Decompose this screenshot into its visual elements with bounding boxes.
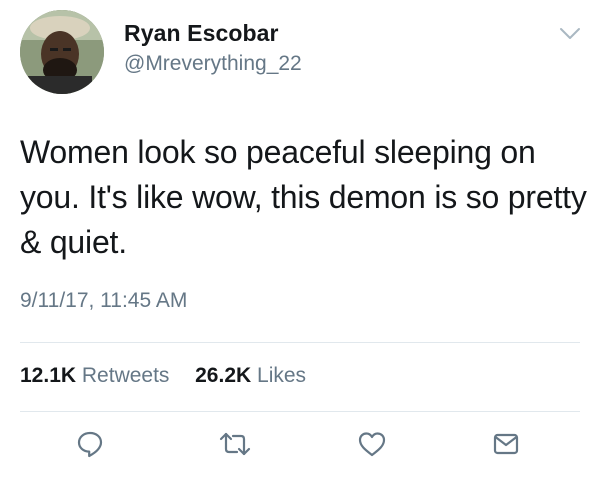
user-avatar-photo-icon (20, 10, 104, 94)
action-bar (0, 424, 600, 464)
retweets-count: 12.1K (20, 364, 77, 387)
reply-button[interactable] (72, 428, 108, 460)
display-name[interactable]: Ryan Escobar (124, 20, 279, 47)
timestamp[interactable]: 9/11/17, 11:45 AM (20, 289, 187, 313)
divider (20, 411, 580, 412)
retweet-icon (219, 432, 251, 456)
tweet-text: Women look so peaceful sleeping on you. … (20, 134, 587, 260)
chevron-down-icon[interactable] (556, 22, 584, 46)
direct-message-button[interactable] (488, 428, 524, 460)
divider (20, 342, 580, 343)
heart-icon (358, 432, 386, 457)
retweet-button[interactable] (217, 428, 253, 460)
likes-count: 26.2K (195, 364, 252, 387)
likes-label: Likes (257, 364, 307, 387)
retweets-stat[interactable]: 12.1K Retweets (20, 364, 175, 387)
retweets-label: Retweets (81, 364, 170, 387)
tweet-card: Ryan Escobar @Mreverything_22 Women look… (0, 0, 600, 480)
reply-icon (77, 431, 103, 458)
likes-stat[interactable]: 26.2K Likes (195, 364, 306, 387)
like-button[interactable] (354, 428, 390, 460)
user-handle[interactable]: @Mreverything_22 (124, 52, 302, 76)
tweet-stats: 12.1K Retweets 26.2K Likes (20, 364, 306, 388)
envelope-icon (493, 433, 519, 455)
avatar[interactable] (20, 10, 104, 94)
